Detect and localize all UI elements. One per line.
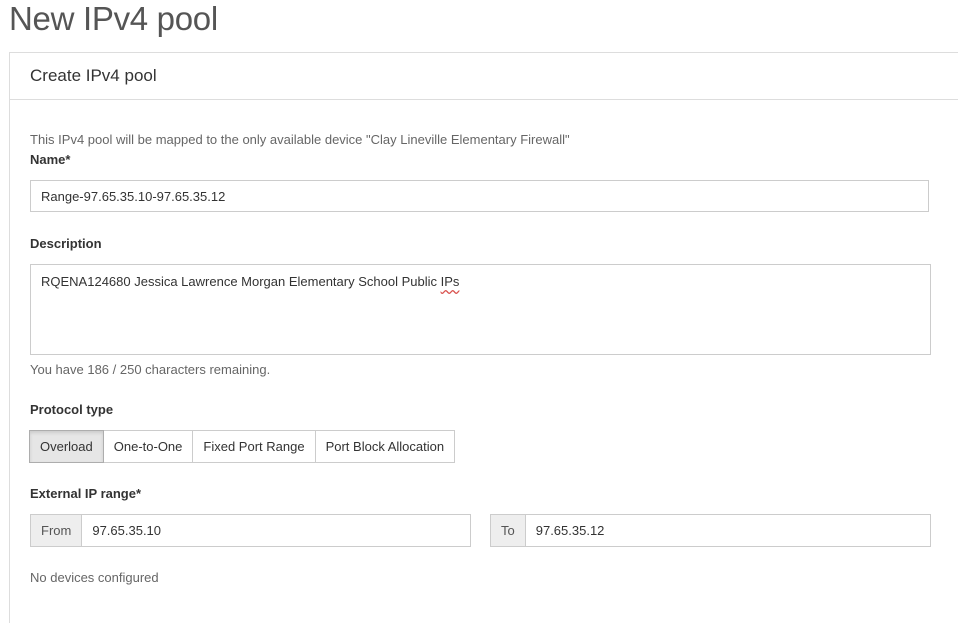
page-title: New IPv4 pool [9, 0, 218, 37]
range-to-addon: To [490, 514, 526, 547]
name-input[interactable]: Range-97.65.35.10-97.65.35.12 [30, 180, 929, 212]
spellcheck-flagged-word: IPs [440, 274, 460, 289]
description-text: RQENA124680 Jessica Lawrence Morgan Elem… [41, 274, 441, 289]
character-count-helper: You have 186 / 250 characters remaining. [30, 362, 271, 377]
range-from-group: From 97.65.35.10 [30, 514, 471, 547]
devices-status: No devices configured [30, 570, 159, 585]
protocol-one-to-one-button[interactable]: One-to-One [102, 430, 194, 463]
device-mapping-info: This IPv4 pool will be mapped to the onl… [30, 132, 570, 147]
create-pool-panel: Create IPv4 pool This IPv4 pool will be … [9, 52, 958, 623]
protocol-fixed-port-range-button[interactable]: Fixed Port Range [192, 430, 316, 463]
protocol-type-label: Protocol type [30, 402, 114, 417]
range-from-input[interactable]: 97.65.35.10 [82, 514, 471, 547]
protocol-port-block-allocation-button[interactable]: Port Block Allocation [314, 430, 456, 463]
name-label: Name* [30, 152, 71, 167]
range-from-addon: From [30, 514, 83, 547]
range-to-group: To 97.65.35.12 [490, 514, 931, 547]
description-textarea[interactable]: RQENA124680 Jessica Lawrence Morgan Elem… [30, 264, 931, 355]
external-ip-range-label: External IP range* [30, 486, 142, 501]
protocol-type-group: Overload One-to-One Fixed Port Range Por… [29, 430, 456, 463]
range-to-input[interactable]: 97.65.35.12 [525, 514, 931, 547]
description-label: Description [30, 236, 102, 251]
panel-heading: Create IPv4 pool [10, 53, 958, 100]
protocol-overload-button[interactable]: Overload [29, 430, 104, 463]
